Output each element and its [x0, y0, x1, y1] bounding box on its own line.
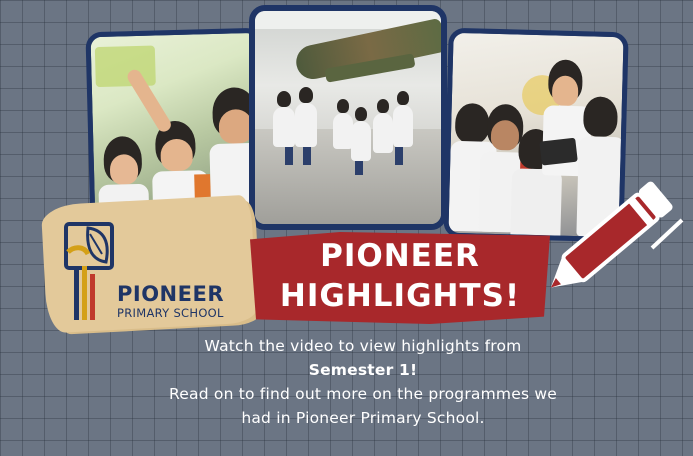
caption-line3: Read on to find out more on the programm…: [169, 385, 557, 403]
banner-title-line2: HIGHLIGHTS!: [279, 278, 521, 314]
school-logo: PIONEER PRIMARY SCHOOL: [60, 216, 255, 326]
school-subname: PRIMARY SCHOOL: [117, 306, 224, 320]
photo-aircraft-center: [249, 5, 447, 230]
leaf-logo-icon: [64, 222, 114, 320]
caption-line1: Watch the video to view highlights from: [204, 337, 522, 355]
caption-text: Watch the video to view highlights from …: [118, 334, 608, 430]
caption-line2: Semester 1!: [308, 361, 418, 379]
caption-line4: had in Pioneer Primary School.: [241, 409, 485, 427]
school-name: PIONEER: [117, 282, 224, 306]
banner-title-line1: PIONEER: [320, 238, 480, 274]
banner-title: PIONEER HIGHLIGHTS!: [252, 236, 548, 316]
pencil-icon: [550, 181, 684, 288]
aircraft-group-photo: [255, 11, 441, 224]
